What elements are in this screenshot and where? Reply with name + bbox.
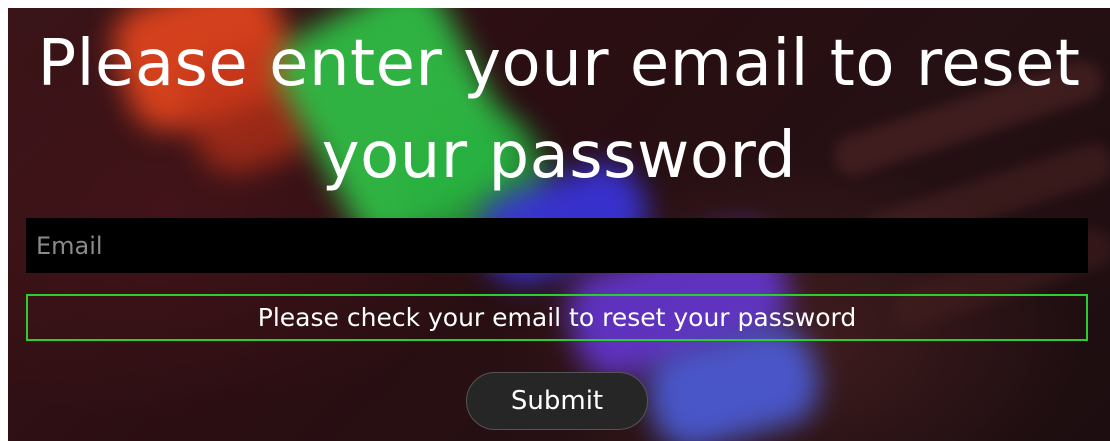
- page-title: Please enter your email to reset your pa…: [37, 27, 1081, 193]
- submit-button[interactable]: Submit: [466, 372, 648, 430]
- status-message: Please check your email to reset your pa…: [26, 294, 1088, 341]
- email-field[interactable]: [26, 218, 1088, 273]
- reset-password-panel: Please enter your email to reset your pa…: [8, 8, 1110, 441]
